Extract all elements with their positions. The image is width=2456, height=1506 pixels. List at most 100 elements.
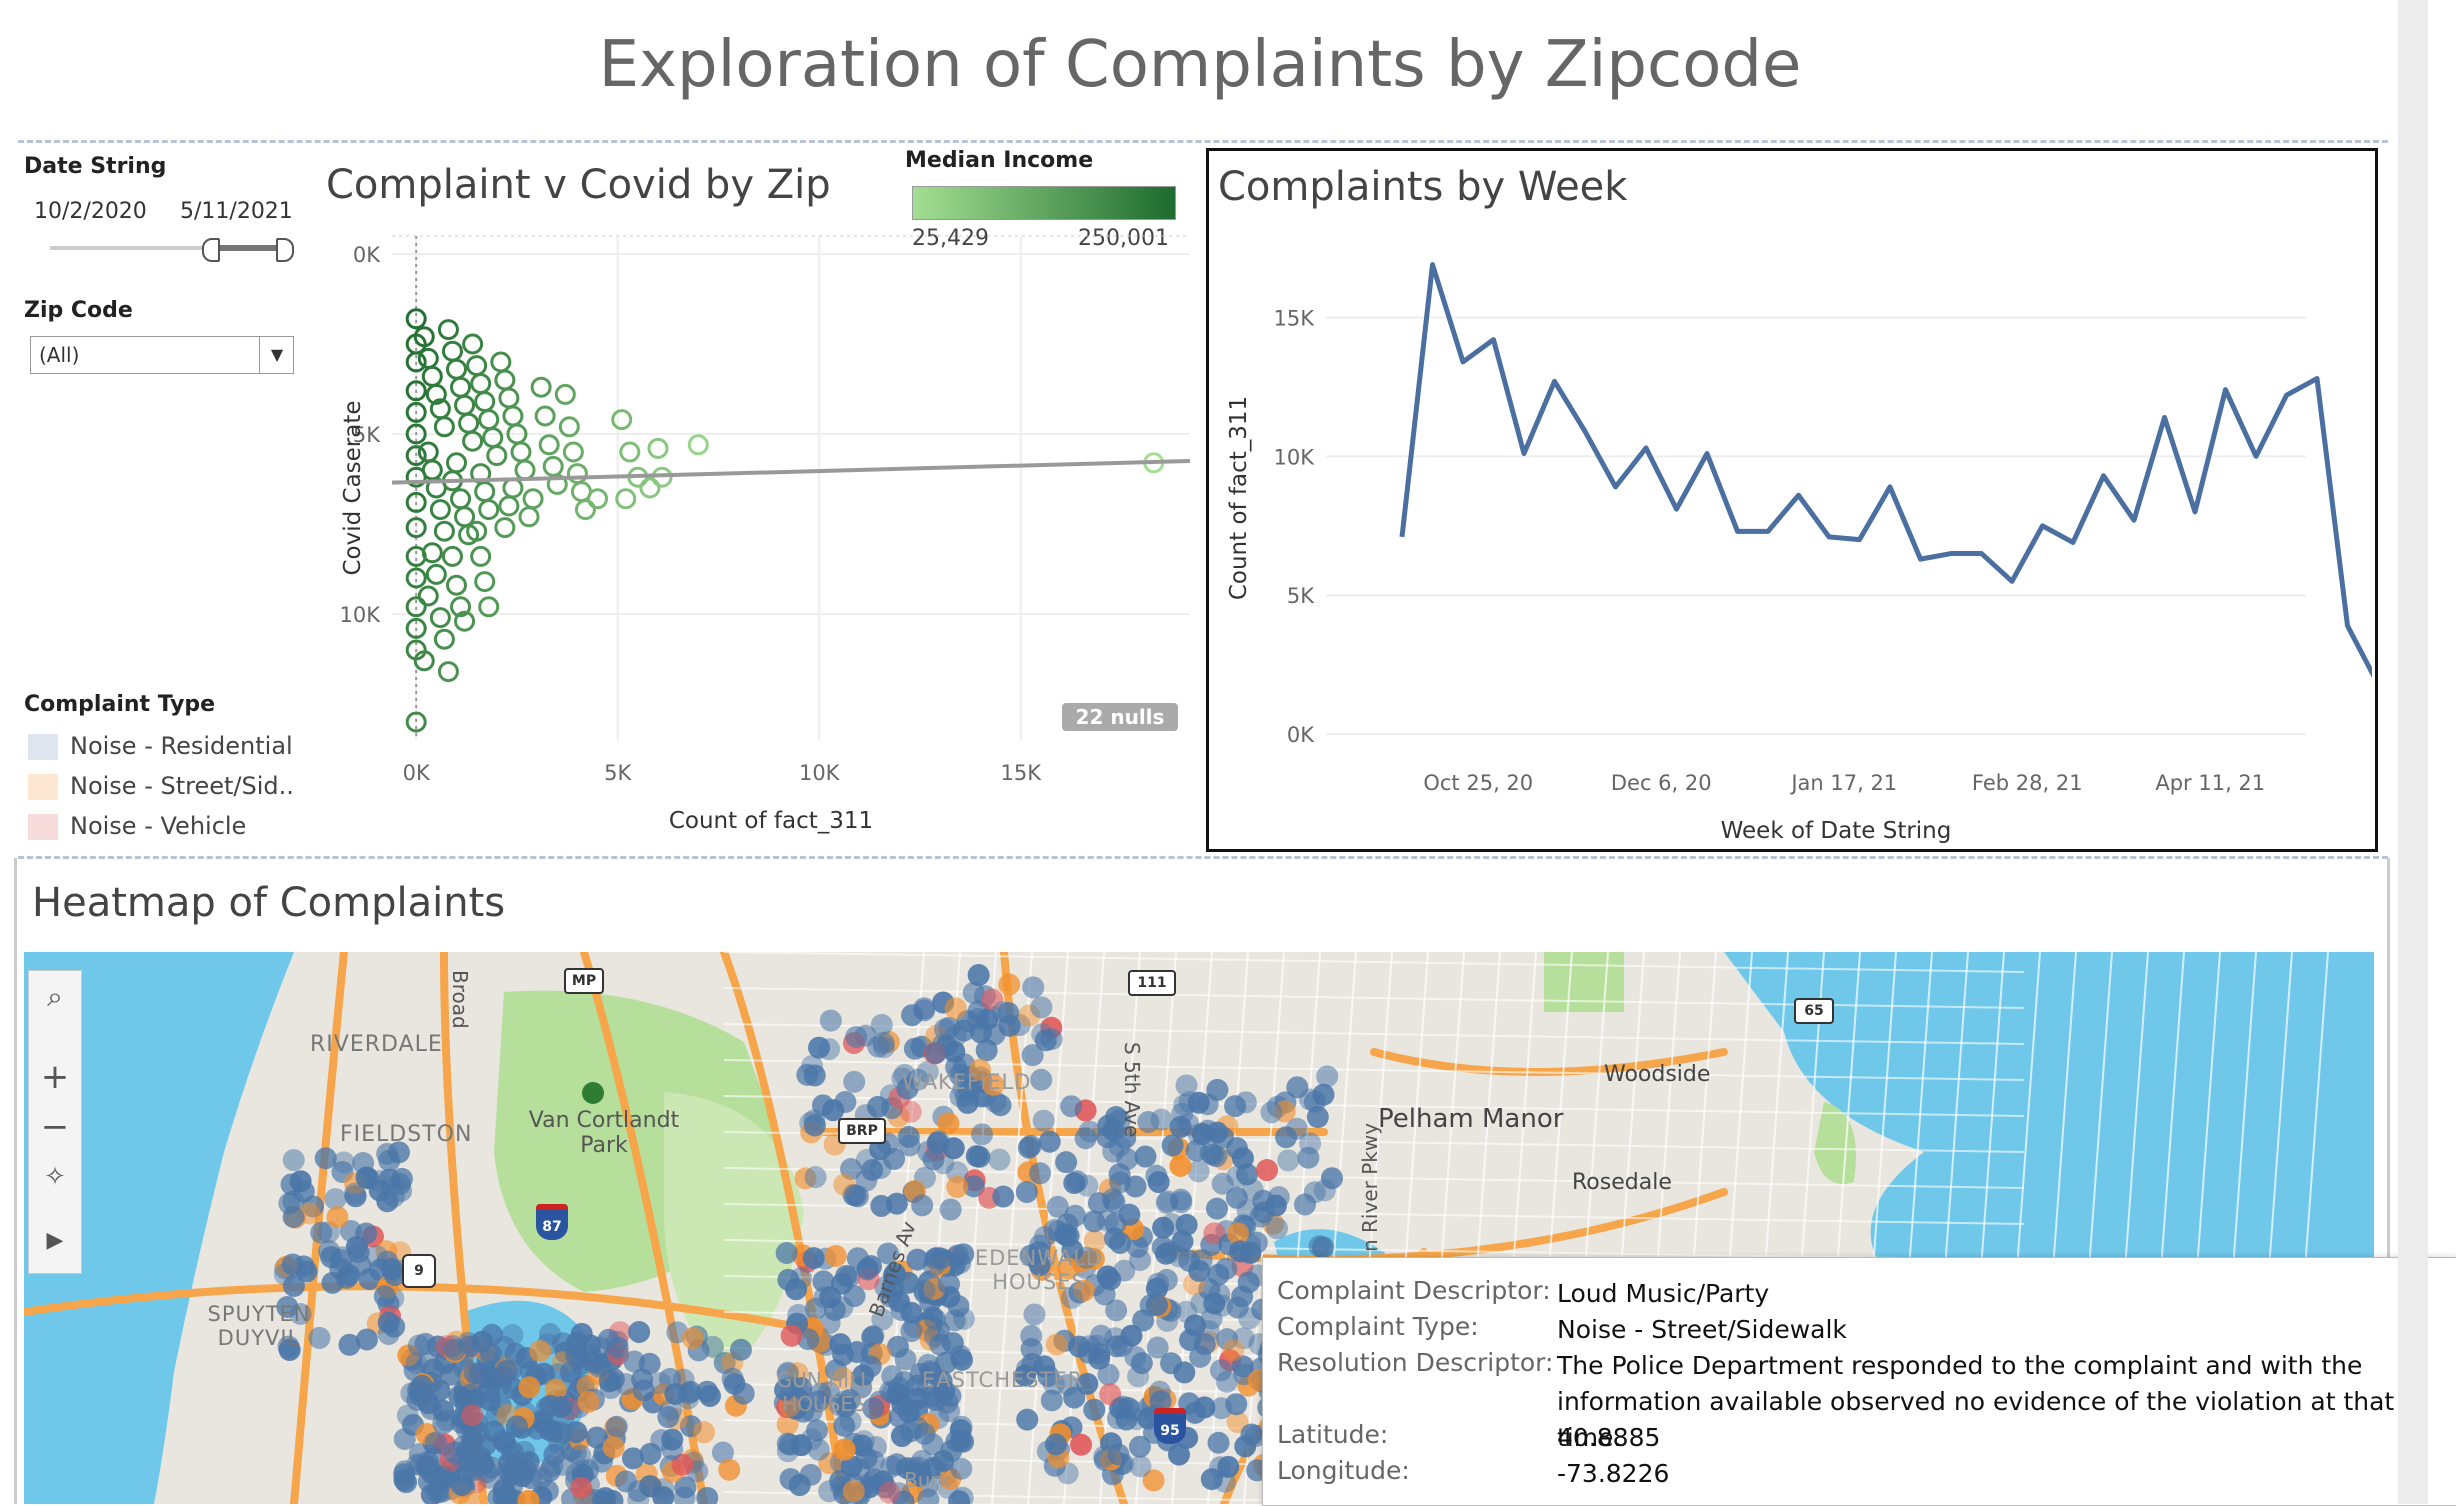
- place-eastchester: EASTCHESTER: [922, 1368, 1083, 1392]
- complaint-dot: [1231, 1286, 1253, 1308]
- complaint-dot: [1056, 1225, 1078, 1247]
- map-tooltip: Complaint Descriptor:Loud Music/Party Co…: [1262, 1257, 2456, 1506]
- complaint-dot: [1109, 1135, 1131, 1157]
- complaint-dot: [1060, 1095, 1082, 1117]
- scatter-point: [576, 501, 594, 519]
- vertical-scrollbar[interactable]: [2398, 0, 2428, 1504]
- complaint-dot: [383, 1316, 405, 1338]
- scatter-plot[interactable]: 0K5K10K15K0K5K10KCount of fact_311Covid …: [0, 0, 1210, 860]
- scatter-point: [480, 501, 498, 519]
- scatter-point: [476, 573, 494, 591]
- complaint-dot: [913, 997, 935, 1019]
- complaint-dot: [1112, 1396, 1134, 1418]
- scatter-point: [423, 367, 441, 385]
- complaint-dot: [1286, 1118, 1308, 1140]
- complaint-dot: [461, 1432, 483, 1454]
- complaint-dot: [911, 1194, 933, 1216]
- complaint-dot: [1020, 1135, 1042, 1157]
- shield-mp: MP: [564, 968, 604, 994]
- scatter-point: [419, 349, 437, 367]
- complaint-dot: [843, 1071, 865, 1093]
- zoom-in-button[interactable]: +: [29, 1053, 81, 1101]
- complaint-dot: [1256, 1159, 1278, 1181]
- x-tick-label: 5K: [604, 761, 632, 785]
- complaint-dot: [913, 1280, 935, 1302]
- complaint-dot: [1093, 1446, 1115, 1468]
- complaint-dot: [800, 1464, 822, 1486]
- complaint-dot: [394, 1428, 416, 1450]
- scatter-point: [439, 321, 457, 339]
- scatter-point: [516, 461, 534, 479]
- complaint-dot: [1188, 1260, 1210, 1282]
- complaint-dot: [991, 1001, 1013, 1023]
- complaint-dot: [506, 1415, 528, 1437]
- complaint-dot: [904, 1038, 926, 1060]
- park-small: [1544, 952, 1624, 1012]
- complaint-dot: [582, 1351, 604, 1373]
- complaint-dot: [1235, 1091, 1257, 1113]
- tooltip-key: Latitude:: [1277, 1420, 1557, 1449]
- complaint-dot: [886, 1193, 908, 1215]
- complaint-dot: [785, 1278, 807, 1300]
- place-spuyten-duyvil: SPUYTEN DUYVIL: [194, 1302, 324, 1350]
- complaint-dot: [283, 1275, 305, 1297]
- place-pelham-manor: Pelham Manor: [1378, 1104, 1563, 1134]
- weekly-line-chart[interactable]: 15K10K5K0KOct 25, 20Dec 6, 20Jan 17, 21F…: [1206, 148, 2372, 846]
- scatter-point: [423, 461, 441, 479]
- complaint-dot: [1169, 1155, 1191, 1177]
- scatter-point: [649, 439, 667, 457]
- complaint-dot: [1177, 1113, 1199, 1135]
- tooltip-row-longitude: Longitude:-73.8226: [1277, 1456, 2437, 1492]
- tooltip-value: Noise - Street/Sidewalk: [1557, 1312, 2437, 1348]
- search-icon[interactable]: ⌕: [29, 973, 81, 1021]
- complaint-dot: [1260, 1101, 1282, 1123]
- road-river-pkwy: n River Pkwy: [1358, 1123, 1382, 1252]
- complaint-dot: [1238, 1307, 1260, 1329]
- complaint-dot: [898, 1126, 920, 1148]
- complaint-dot: [1045, 1433, 1067, 1455]
- complaint-dot: [971, 1123, 993, 1145]
- scatter-point: [556, 385, 574, 403]
- complaint-dot: [730, 1339, 752, 1361]
- place-riverdale: RIVERDALE: [310, 1032, 443, 1057]
- complaint-dot: [282, 1253, 304, 1275]
- map-toolbar: ⌕ + − ✧ ▶: [28, 970, 82, 1274]
- complaint-dot: [344, 1183, 366, 1205]
- series-line: [1402, 265, 2372, 684]
- place-van-cortlandt: Van Cortlandt Park: [514, 1108, 694, 1158]
- complaint-dot: [615, 1373, 637, 1395]
- complaint-dot: [790, 1434, 812, 1456]
- complaint-dot: [844, 1285, 866, 1307]
- scatter-point: [447, 576, 465, 594]
- complaint-dot: [1208, 1432, 1230, 1454]
- scatter-point: [435, 522, 453, 540]
- complaint-dot: [493, 1336, 515, 1358]
- shield-111: 111: [1128, 970, 1176, 996]
- complaint-dot: [483, 1420, 505, 1442]
- complaint-dot: [900, 1320, 922, 1342]
- scatter-point: [480, 411, 498, 429]
- tooltip-value: -73.8226: [1557, 1456, 2437, 1492]
- complaint-dot: [657, 1406, 679, 1428]
- complaint-dot: [825, 1245, 847, 1267]
- x-tick-label: Oct 25, 20: [1423, 771, 1533, 795]
- scatter-point: [613, 411, 631, 429]
- scatter-point: [427, 565, 445, 583]
- x-tick-label: 15K: [1000, 761, 1042, 785]
- complaint-dot: [1083, 1399, 1105, 1421]
- complaint-dot: [857, 1257, 879, 1279]
- y-tick-label: 10K: [1274, 445, 1316, 469]
- scatter-point: [500, 497, 518, 515]
- reset-map-pin-icon[interactable]: ✧: [29, 1153, 81, 1201]
- zoom-out-button[interactable]: −: [29, 1103, 81, 1151]
- y-tick-label: 10K: [340, 603, 382, 627]
- scatter-point: [536, 407, 554, 425]
- scatter-point: [472, 547, 490, 565]
- complaint-dot: [953, 1308, 975, 1330]
- scatter-point: [435, 630, 453, 648]
- complaint-dot: [925, 1042, 947, 1064]
- nulls-badge[interactable]: 22 nulls: [1062, 703, 1178, 731]
- expand-toolbar-button[interactable]: ▶: [29, 1217, 81, 1265]
- complaint-dot: [518, 1376, 540, 1398]
- complaint-dot: [1222, 1339, 1244, 1361]
